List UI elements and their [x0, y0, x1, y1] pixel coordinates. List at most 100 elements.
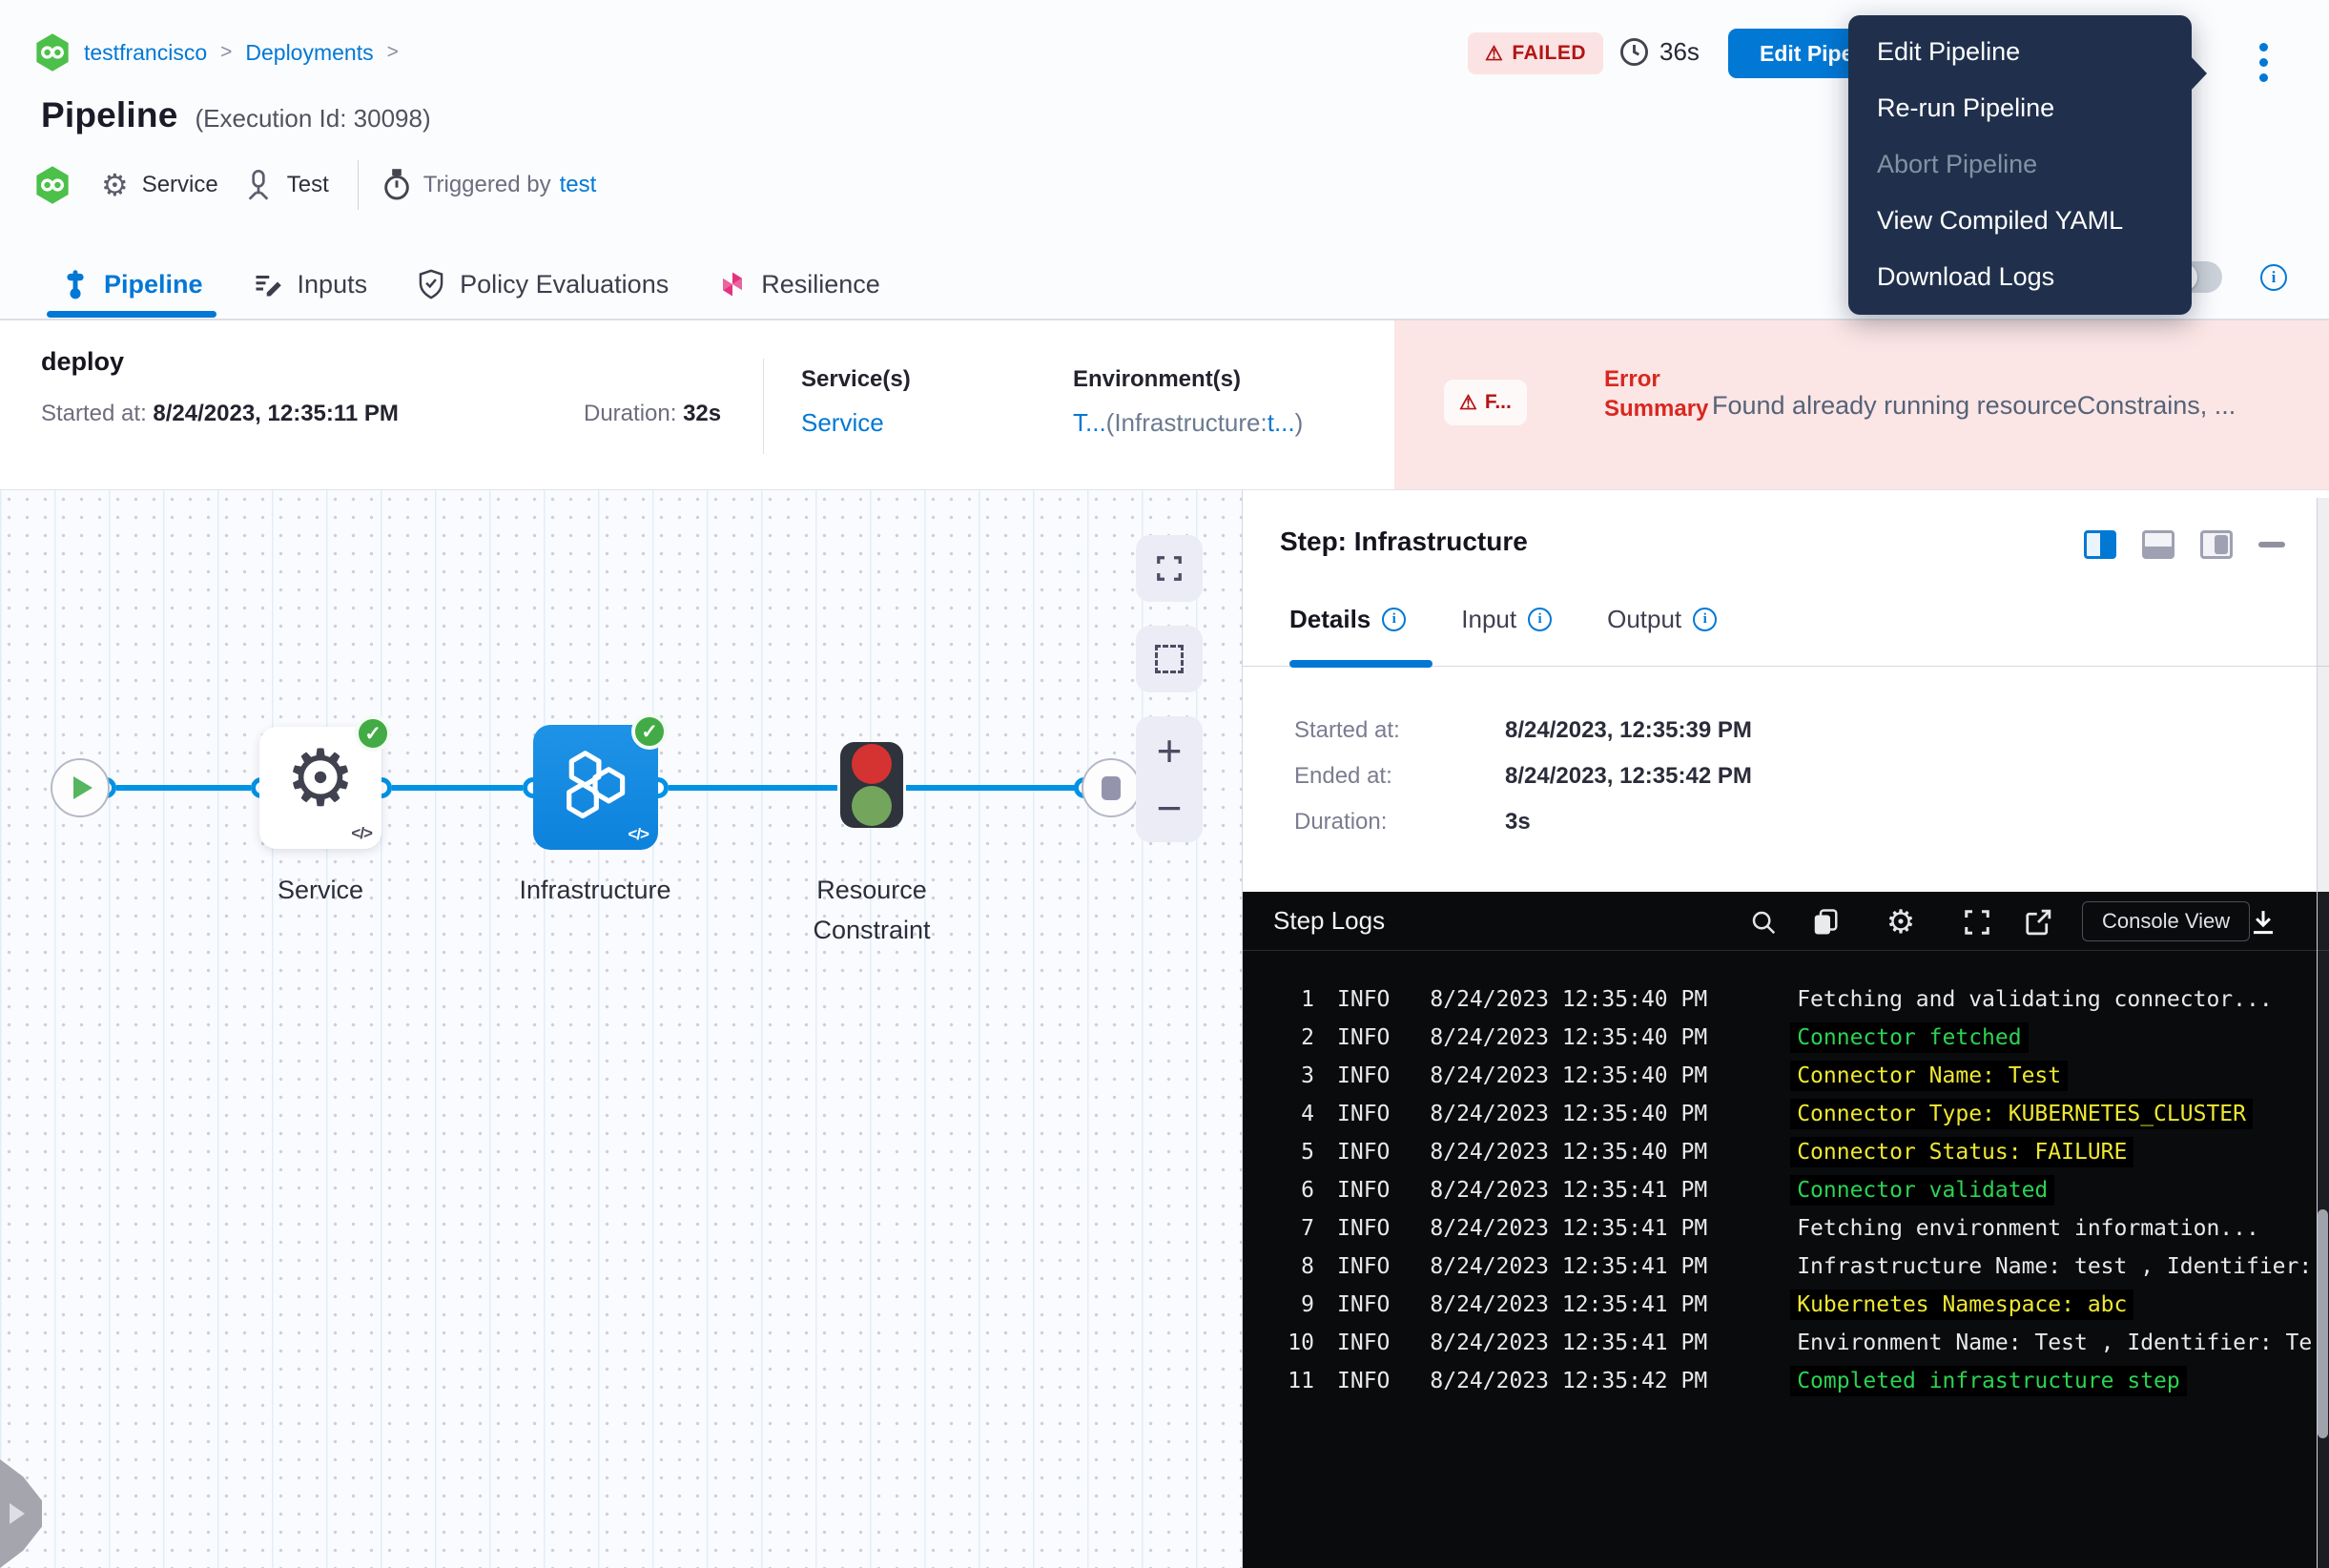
- stop-icon: [1102, 776, 1121, 800]
- warning-icon: ⚠: [1459, 391, 1477, 415]
- resource-constraint-node-label: Resource Constraint: [748, 870, 996, 950]
- info-icon[interactable]: i: [1382, 608, 1406, 631]
- play-icon: [73, 776, 93, 799]
- tab-input[interactable]: Inputi: [1461, 605, 1552, 634]
- status-badge: ⚠ FAILED: [1468, 32, 1603, 74]
- stage-name[interactable]: deploy: [41, 347, 124, 377]
- trigger-user-link[interactable]: test: [560, 172, 597, 198]
- marquee-select-button[interactable]: [1136, 626, 1203, 692]
- inputs-icon: [253, 270, 283, 299]
- pipeline-icon: [61, 269, 90, 299]
- app-root: testfrancisco > Deployments > Pipeline (…: [0, 0, 2329, 1568]
- success-check-badge: ✓: [631, 713, 668, 750]
- bottom-view-icon[interactable]: [2142, 530, 2174, 559]
- start-node[interactable]: [51, 758, 110, 817]
- stage-duration: Duration: 32s: [584, 401, 721, 427]
- edge-constraint-end: [906, 785, 1084, 791]
- failed-mini-badge: ⚠ F...: [1444, 380, 1527, 425]
- environment-value[interactable]: T...(Infrastructure:t...): [1073, 408, 1303, 437]
- service-link[interactable]: Service: [801, 408, 884, 437]
- more-options-kebab-icon[interactable]: [2244, 36, 2282, 93]
- code-tag: </>: [628, 825, 649, 844]
- resource-constraint-node[interactable]: [840, 742, 903, 828]
- log-external-link-icon[interactable]: [2021, 905, 2055, 939]
- execution-id: (Execution Id: 30098): [195, 104, 430, 134]
- menu-item-rerun-pipeline[interactable]: Re-run Pipeline: [1848, 80, 2192, 136]
- zoom-out-button[interactable]: −: [1157, 786, 1183, 830]
- total-duration: 36s: [1618, 36, 1700, 68]
- log-line: 9INFO8/24/2023 12:35:41 PMKubernetes Nam…: [1243, 1286, 2329, 1324]
- tab-inputs[interactable]: Inputs: [253, 270, 368, 299]
- log-search-icon[interactable]: [1746, 905, 1781, 939]
- fullscreen-canvas-button[interactable]: [1136, 535, 1203, 602]
- minimize-panel-icon[interactable]: [2258, 542, 2285, 547]
- success-check-badge: ✓: [355, 715, 391, 752]
- info-icon[interactable]: i: [1693, 608, 1717, 631]
- tab-output[interactable]: Outputi: [1607, 605, 1717, 634]
- log-line: 3INFO8/24/2023 12:35:40 PMConnector Name…: [1243, 1057, 2329, 1095]
- step-panel-tabs: Detailsi Inputi Outputi: [1289, 605, 1717, 634]
- green-light: [852, 786, 892, 826]
- red-light: [852, 744, 892, 784]
- info-icon[interactable]: i: [1528, 608, 1552, 631]
- chevron-right-icon: [10, 1503, 25, 1524]
- log-settings-gear-icon[interactable]: ⚙: [1884, 905, 1918, 939]
- log-line: 1INFO8/24/2023 12:35:40 PMFetching and v…: [1243, 980, 2329, 1019]
- error-summary-zone: ⚠ F... Error Summary Found already runni…: [1394, 320, 2329, 489]
- error-summary-message: Found already running resourceConstrains…: [1712, 391, 2303, 421]
- log-copy-icon[interactable]: [1808, 905, 1843, 939]
- log-fullscreen-icon[interactable]: [1960, 905, 1994, 939]
- end-node[interactable]: [1082, 758, 1141, 817]
- marquee-icon: [1155, 645, 1184, 673]
- panel-scrollbar-thumb[interactable]: [2318, 1209, 2328, 1438]
- tab-policy-evaluations[interactable]: Policy Evaluations: [417, 269, 669, 299]
- menu-item-edit-pipeline[interactable]: Edit Pipeline: [1848, 24, 2192, 80]
- menu-item-download-logs[interactable]: Download Logs: [1848, 249, 2192, 305]
- infrastructure-hexagons-icon: [558, 746, 632, 820]
- log-line: 2INFO8/24/2023 12:35:40 PMConnector fetc…: [1243, 1019, 2329, 1057]
- meta-divider: [358, 160, 359, 210]
- step-logs-header: Step Logs ⚙ Console View: [1243, 892, 2329, 951]
- log-lines[interactable]: 1INFO8/24/2023 12:35:40 PMFetching and v…: [1243, 951, 2329, 1568]
- tab-pipeline[interactable]: Pipeline: [61, 269, 203, 299]
- stage-started-at: Started at: 8/24/2023, 12:35:11 PM: [41, 401, 399, 427]
- tab-resilience[interactable]: Resilience: [718, 270, 880, 299]
- pipeline-options-menu: Edit Pipeline Re-run Pipeline Abort Pipe…: [1848, 15, 2192, 315]
- menu-item-view-compiled-yaml[interactable]: View Compiled YAML: [1848, 193, 2192, 249]
- log-line: 5INFO8/24/2023 12:35:40 PMConnector Stat…: [1243, 1133, 2329, 1171]
- log-line: 6INFO8/24/2023 12:35:41 PMConnector vali…: [1243, 1171, 2329, 1209]
- right-view-icon[interactable]: [2200, 530, 2233, 559]
- service-gear-icon: ⚙: [101, 167, 129, 203]
- harness-service-icon: [34, 165, 71, 205]
- title-row: Pipeline (Execution Id: 30098): [41, 95, 431, 135]
- panel-layout-controls: [2084, 530, 2285, 559]
- log-download-icon[interactable]: [2246, 905, 2280, 939]
- service-step-node[interactable]: ⚙ </> ✓: [259, 727, 381, 849]
- environments-column: Environment(s) T...(Infrastructure:t...): [1073, 366, 1303, 438]
- zoom-in-button[interactable]: +: [1157, 729, 1183, 773]
- gear-icon: ⚙: [259, 740, 381, 818]
- log-line: 10INFO8/24/2023 12:35:41 PMEnvironment N…: [1243, 1324, 2329, 1362]
- tab-details[interactable]: Detailsi: [1289, 605, 1406, 634]
- service-name: Service: [142, 172, 218, 198]
- console-view-button[interactable]: Console View: [2082, 901, 2250, 941]
- service-node-label: Service: [196, 870, 444, 910]
- warning-icon: ⚠: [1485, 42, 1503, 66]
- infrastructure-step-node[interactable]: </> ✓: [533, 725, 658, 850]
- clock-icon: [1618, 36, 1650, 68]
- pipeline-canvas[interactable]: ⚙ </> ✓ </> ✓ Service Infrastructure Res…: [0, 490, 1242, 1568]
- step-started-row: Started at:8/24/2023, 12:35:39 PM: [1294, 717, 1400, 744]
- left-panel-expand-tab[interactable]: [0, 1459, 42, 1568]
- pipeline-meta-row: ⚙ Service Test Triggered by test: [34, 158, 596, 212]
- edge-service-infra: [392, 785, 523, 791]
- error-summary-label: Error Summary: [1604, 364, 1708, 423]
- edge-infra-constraint: [669, 785, 837, 791]
- info-icon[interactable]: i: [2260, 264, 2287, 291]
- step-logs-title: Step Logs: [1273, 906, 1385, 936]
- split-view-icon[interactable]: [2084, 530, 2116, 559]
- log-line: 11INFO8/24/2023 12:35:42 PMCompleted inf…: [1243, 1362, 2329, 1400]
- log-line: 4INFO8/24/2023 12:35:40 PMConnector Type…: [1243, 1095, 2329, 1133]
- active-tab-underline: [1289, 660, 1432, 668]
- environment-name: Test: [287, 172, 329, 198]
- menu-item-abort-pipeline[interactable]: Abort Pipeline: [1848, 136, 2192, 193]
